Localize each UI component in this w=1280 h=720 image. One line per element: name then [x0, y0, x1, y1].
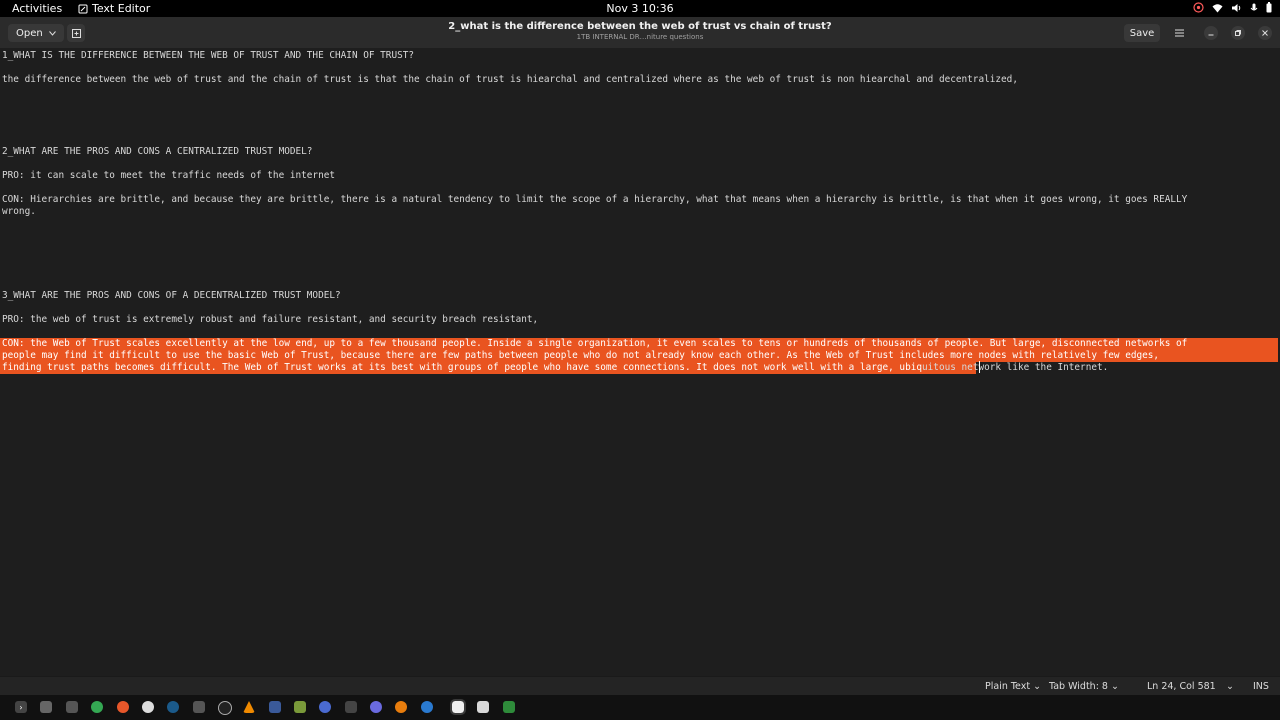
restore-icon: [1235, 30, 1241, 36]
text-line[interactable]: 3_WHAT ARE THE PROS AND CONS OF A DECENT…: [2, 290, 341, 302]
taskbar-dock: ›: [0, 695, 1280, 720]
chevron-down-icon: [48, 28, 56, 39]
network-icon[interactable]: [421, 701, 433, 713]
chevron-down-icon: ⌄: [1033, 681, 1042, 692]
hamburger-icon: [1174, 29, 1184, 37]
archive-icon[interactable]: [66, 701, 78, 713]
maximize-button[interactable]: [1231, 26, 1245, 40]
title-block: 2_what is the difference between the web…: [0, 21, 1280, 41]
settings-icon[interactable]: [218, 701, 232, 715]
insert-mode[interactable]: INS: [1253, 681, 1269, 692]
minimize-icon: [1208, 34, 1214, 36]
chrome-icon[interactable]: [91, 701, 103, 713]
tool-icon[interactable]: [294, 701, 306, 713]
chrome-status-icon[interactable]: [1193, 2, 1204, 16]
top-panel: Activities Text Editor Nov 3 10:36: [0, 0, 1280, 17]
game-icon[interactable]: [193, 701, 205, 713]
main-menu-button[interactable]: [1170, 24, 1188, 42]
close-icon: [1262, 30, 1268, 36]
language-label: Plain Text: [985, 681, 1031, 692]
steam-icon[interactable]: [167, 701, 179, 713]
system-tray[interactable]: [1193, 2, 1272, 16]
status-bar: Plain Text ⌄ Tab Width: 8 ⌄ Ln 24, Col 5…: [0, 676, 1280, 695]
volume-icon[interactable]: [1231, 3, 1242, 16]
blender-icon[interactable]: [395, 701, 407, 713]
open-button[interactable]: Open: [8, 24, 64, 42]
new-tab-icon: [71, 28, 81, 38]
chevron-down-icon[interactable]: ⌄: [1226, 681, 1234, 692]
document-icon[interactable]: [477, 701, 489, 713]
app-icon[interactable]: [142, 701, 154, 713]
text-line[interactable]: 2_WHAT ARE THE PROS AND CONS A CENTRALIZ…: [2, 146, 312, 158]
text-editor-icon: [78, 4, 88, 13]
wifi-icon[interactable]: [1212, 3, 1223, 16]
text-line[interactable]: finding trust paths becomes difficult. T…: [2, 362, 1108, 374]
bluetooth-icon[interactable]: [269, 701, 281, 713]
header-bar: Open 2_what is the difference between th…: [0, 17, 1280, 49]
open-label: Open: [16, 27, 43, 39]
unselected-text-segment: uitous network like the Internet.: [922, 362, 1109, 373]
new-document-button[interactable]: [67, 24, 85, 42]
browser-icon[interactable]: [319, 701, 331, 713]
battery-icon[interactable]: [1266, 2, 1272, 16]
spreadsheet-icon[interactable]: [503, 701, 515, 713]
tab-width-label: Tab Width: 8: [1049, 681, 1108, 692]
document-title: 2_what is the difference between the web…: [448, 21, 832, 32]
close-button[interactable]: [1258, 26, 1272, 40]
app-name: Text Editor: [92, 2, 151, 15]
microphone-icon[interactable]: [1250, 3, 1258, 16]
firefox-icon[interactable]: [117, 701, 129, 713]
text-line[interactable]: wrong.: [2, 206, 36, 218]
clock[interactable]: Nov 3 10:36: [0, 2, 1280, 15]
text-line[interactable]: 1_WHAT IS THE DIFFERENCE BETWEEN THE WEB…: [2, 50, 414, 62]
text-line[interactable]: the difference between the web of trust …: [2, 74, 1018, 86]
text-editor-icon[interactable]: [450, 699, 466, 715]
text-line[interactable]: CON: Hierarchies are brittle, and becaus…: [2, 194, 1187, 206]
text-editor-area[interactable]: 1_WHAT IS THE DIFFERENCE BETWEEN THE WEB…: [0, 48, 1280, 676]
save-button[interactable]: Save: [1124, 24, 1160, 42]
language-selector[interactable]: Plain Text ⌄: [985, 681, 1041, 692]
chevron-down-icon: ⌄: [1111, 681, 1119, 692]
minimize-button[interactable]: [1204, 26, 1218, 40]
tab-width-selector[interactable]: Tab Width: 8 ⌄: [1049, 681, 1119, 692]
selected-text-segment: finding trust paths becomes difficult. T…: [2, 362, 923, 373]
terminal-icon[interactable]: ›: [15, 701, 27, 713]
chat-icon[interactable]: [370, 701, 382, 713]
selected-text-line[interactable]: people may find it difficult to use the …: [2, 350, 1159, 362]
app-menu[interactable]: Text Editor: [78, 2, 150, 15]
document-path: 1TB INTERNAL DR…niture questions: [576, 33, 704, 41]
text-line[interactable]: PRO: it can scale to meet the traffic ne…: [2, 170, 335, 182]
activities-button[interactable]: Activities: [12, 2, 62, 15]
text-line[interactable]: PRO: the web of trust is extremely robus…: [2, 314, 538, 326]
files-icon[interactable]: [40, 701, 52, 713]
text-cursor: [978, 361, 982, 373]
keyboard-icon[interactable]: [345, 701, 357, 713]
cursor-position[interactable]: Ln 24, Col 581: [1147, 681, 1216, 692]
vlc-icon[interactable]: [243, 701, 255, 713]
selected-text-line[interactable]: CON: the Web of Trust scales excellently…: [2, 338, 1187, 350]
